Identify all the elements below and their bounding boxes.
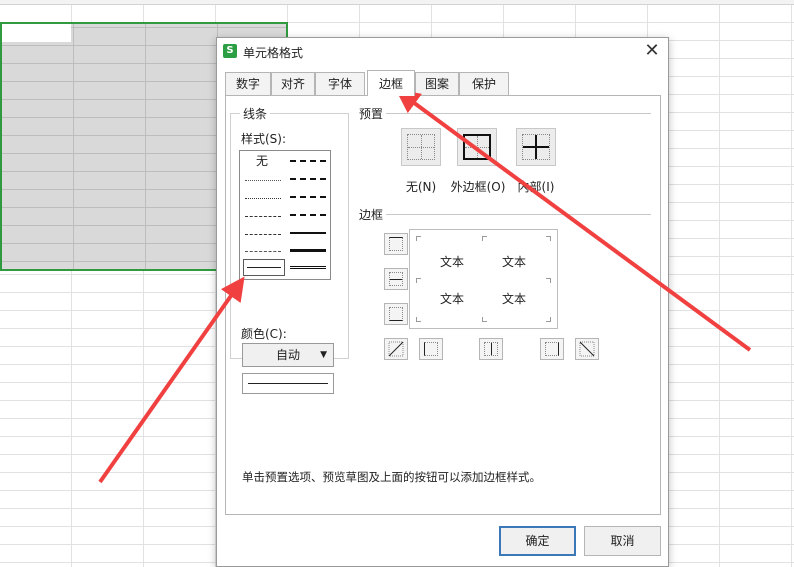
tab-number[interactable]: 数字	[225, 72, 271, 96]
line-style-medium-dash-dot[interactable]	[290, 196, 326, 198]
tab-font[interactable]: 字体	[315, 72, 365, 96]
color-dropdown-value: 自动	[275, 348, 300, 362]
border-left-button[interactable]	[419, 338, 443, 360]
diagonal-up-icon	[388, 341, 404, 357]
border-right-button[interactable]	[540, 338, 564, 360]
line-style-list[interactable]: 无	[239, 150, 331, 280]
border-middle-horizontal-button[interactable]	[384, 268, 408, 290]
line-style-medium[interactable]	[290, 232, 326, 234]
preview-text-1: 文本	[440, 255, 465, 269]
format-cells-dialog: S 单元格格式 ✕ 数字 对齐 字体 边框 图案 保护 线条 样式(S): 无	[216, 37, 669, 567]
line-style-dashed[interactable]	[245, 251, 281, 252]
corner-mark	[416, 317, 421, 322]
color-dropdown[interactable]: 自动 ▼	[242, 343, 334, 367]
dialog-titlebar[interactable]: S 单元格格式 ✕	[217, 38, 668, 66]
preset-outline-button[interactable]	[457, 128, 497, 166]
corner-mark	[546, 317, 551, 322]
line-style-medium-dash-dot-dot[interactable]	[290, 160, 326, 162]
corner-mark	[546, 278, 551, 283]
border-middle-vertical-button[interactable]	[479, 338, 503, 360]
dialog-title: 单元格格式	[243, 46, 304, 60]
border-separator	[386, 214, 651, 215]
border-diagonal-up-button[interactable]	[384, 338, 408, 360]
border-diagonal-down-button[interactable]	[575, 338, 599, 360]
preset-separator	[386, 113, 651, 114]
line-style-slanted-dash-dot[interactable]	[290, 178, 326, 180]
border-right-icon	[545, 342, 559, 356]
preview-text-4: 文本	[502, 292, 527, 306]
border-middle-vertical-icon	[484, 342, 498, 356]
preset-none-icon	[407, 134, 435, 160]
border-top-icon	[389, 237, 403, 251]
tab-alignment[interactable]: 对齐	[271, 72, 315, 96]
border-preview[interactable]: 文本 文本 文本 文本	[409, 229, 558, 329]
corner-mark	[416, 278, 421, 283]
border-left-icon	[424, 342, 438, 356]
preset-outline-label: 外边框(O)	[450, 180, 506, 194]
line-style-thick[interactable]	[290, 249, 326, 252]
corner-mark	[482, 317, 487, 322]
line-style-double[interactable]	[290, 266, 326, 269]
border-group-title: 边框	[356, 206, 387, 223]
ok-button[interactable]: 确定	[499, 526, 576, 556]
dropdown-arrow-icon: ▼	[320, 350, 327, 360]
corner-mark	[546, 236, 551, 241]
line-style-medium-dashed[interactable]	[290, 214, 326, 216]
tab-border[interactable]: 边框	[367, 70, 415, 96]
border-bottom-button[interactable]	[384, 303, 408, 325]
preset-none-label: 无(N)	[405, 180, 437, 194]
preset-inside-icon	[522, 134, 550, 160]
preset-inside-label: 内部(I)	[517, 180, 555, 194]
line-group-title: 线条	[240, 105, 271, 122]
thin-line-swatch	[247, 267, 281, 268]
preset-group-title: 预置	[356, 105, 387, 122]
corner-mark	[482, 236, 487, 241]
preview-text-2: 文本	[502, 255, 527, 269]
preset-inside-button[interactable]	[516, 128, 556, 166]
border-bottom-icon	[389, 307, 403, 321]
active-cell[interactable]	[2, 24, 71, 42]
line-style-hair[interactable]	[245, 180, 281, 181]
line-style-none[interactable]: 无	[256, 152, 268, 169]
close-icon: ✕	[644, 40, 660, 61]
tab-pattern[interactable]: 图案	[415, 72, 459, 96]
border-tab-panel: 线条 样式(S): 无 颜色(C): 自动 ▼ 预置 无(N) 外边框(O) 内…	[225, 95, 661, 515]
tab-protection[interactable]: 保护	[459, 72, 509, 96]
border-top-button[interactable]	[384, 233, 408, 255]
preset-none-button[interactable]	[401, 128, 441, 166]
app-logo-icon: S	[223, 44, 237, 58]
line-style-dotted[interactable]	[245, 198, 281, 199]
diagonal-down-icon	[579, 341, 595, 357]
preset-outline-icon	[463, 134, 491, 160]
screen: S 单元格格式 ✕ 数字 对齐 字体 边框 图案 保护 线条 样式(S): 无	[0, 0, 794, 567]
line-style-dash-dot[interactable]	[245, 234, 281, 235]
line-style-dash-dot-dot[interactable]	[245, 216, 281, 217]
line-color-preview	[242, 373, 334, 394]
line-style-selected[interactable]	[243, 259, 285, 276]
close-button[interactable]: ✕	[642, 41, 662, 61]
corner-mark	[416, 236, 421, 241]
preview-text-3: 文本	[440, 292, 465, 306]
border-middle-horizontal-icon	[389, 272, 403, 286]
color-label: 颜色(C):	[241, 325, 287, 342]
hint-text: 单击预置选项、预览草图及上面的按钮可以添加边框样式。	[242, 470, 541, 484]
column-header-strip	[0, 0, 794, 5]
cancel-button[interactable]: 取消	[584, 526, 661, 556]
style-label: 样式(S):	[241, 132, 287, 146]
